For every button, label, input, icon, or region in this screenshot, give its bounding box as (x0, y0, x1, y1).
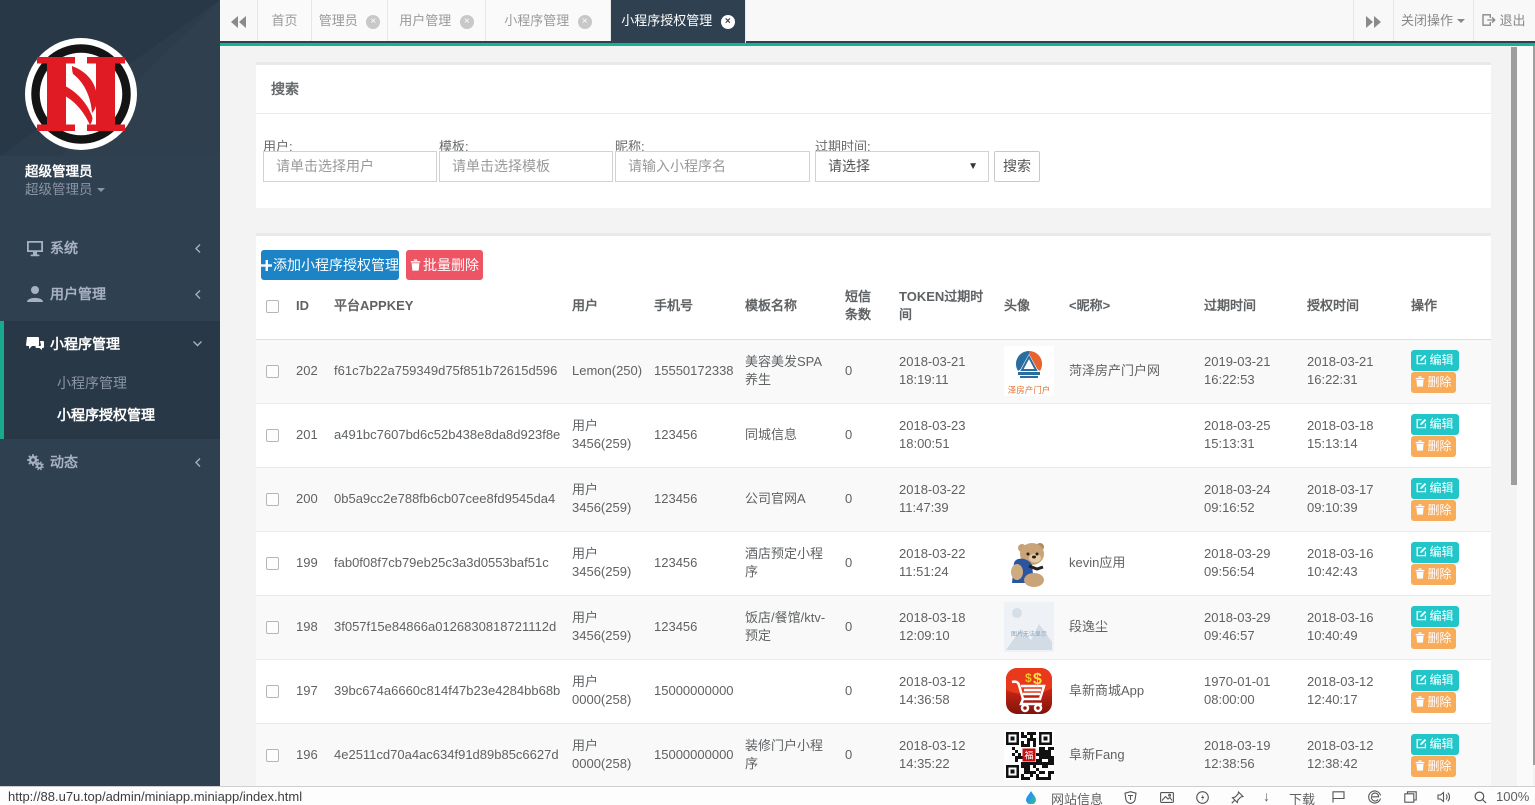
svg-text:图片无法显示: 图片无法显示 (1011, 630, 1047, 638)
svg-text:泽房产门户: 泽房产门户 (1008, 385, 1051, 395)
svg-text:$: $ (1025, 671, 1032, 685)
svg-text:福: 福 (1024, 750, 1033, 761)
